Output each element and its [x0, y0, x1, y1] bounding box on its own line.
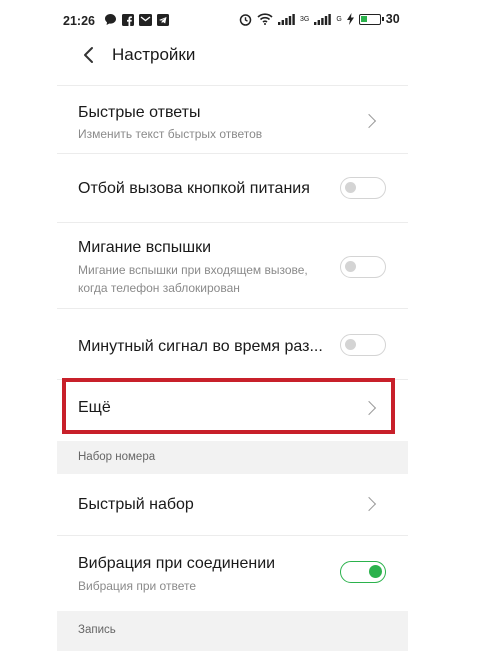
flash-blink-row[interactable]: Мигание вспышки Мигание вспышки при вход…: [57, 224, 408, 309]
chevron-right-icon: [361, 113, 377, 129]
power-end-call-toggle[interactable]: [340, 177, 386, 199]
page-title: Настройки: [112, 45, 196, 64]
vibrate-connect-sub: Вибрация при ответе: [78, 579, 197, 593]
toggle-knob: [345, 182, 356, 193]
alarm-icon: [239, 13, 252, 26]
status-time: 21:26: [63, 14, 95, 28]
speed-dial-label: Быстрый набор: [78, 496, 194, 513]
minute-signal-label: Минутный сигнал во время раз...: [78, 338, 323, 355]
messenger-icon: [105, 14, 116, 25]
minute-signal-row[interactable]: Минутный сигнал во время раз...: [57, 310, 408, 380]
telegram-icon: [157, 13, 169, 26]
mail-icon: [139, 13, 152, 26]
toggle-knob: [345, 339, 356, 350]
signal-icon-1: [278, 13, 295, 25]
battery-icon: [358, 13, 384, 25]
signal-type-2: G: [336, 15, 342, 23]
flash-blink-sub: Мигание вспышки при входящем вызове, ког…: [78, 263, 308, 295]
back-arrow-icon[interactable]: [77, 43, 101, 67]
power-end-call-row[interactable]: Отбой вызова кнопкой питания: [57, 155, 408, 223]
flash-blink-label: Мигание вспышки: [78, 239, 212, 256]
chevron-right-icon: [361, 400, 377, 416]
wifi-icon: [257, 13, 273, 25]
section-title-recording: Запись: [78, 624, 116, 636]
facebook-icon: [122, 13, 134, 26]
phone-screen: 21:26 3G G 30 Настройки Быстрые ответы И…: [57, 0, 408, 651]
section-header-dialing: Набор номера: [57, 441, 408, 474]
quick-replies-sub: Изменить текст быстрых ответов: [78, 127, 263, 141]
chevron-right-icon: [361, 496, 377, 512]
status-bar: 21:26 3G G 30: [57, 0, 408, 40]
system-icons: 3G G 30: [239, 12, 400, 26]
notification-icons: [104, 13, 169, 26]
signal-type-1: 3G: [300, 15, 310, 23]
quick-replies-label: Быстрые ответы: [78, 104, 201, 121]
speed-dial-row[interactable]: Быстрый набор: [57, 474, 408, 536]
flash-blink-toggle[interactable]: [340, 256, 386, 278]
vibrate-connect-row[interactable]: Вибрация при соединении Вибрация при отв…: [57, 537, 408, 611]
power-end-call-label: Отбой вызова кнопкой питания: [78, 180, 310, 197]
toggle-knob: [369, 565, 382, 578]
vibrate-connect-toggle[interactable]: [340, 561, 386, 583]
minute-signal-toggle[interactable]: [340, 334, 386, 356]
charging-icon: [346, 13, 354, 25]
app-header: Настройки: [57, 40, 408, 82]
signal-icon-2: [314, 13, 332, 25]
section-title-dialing: Набор номера: [78, 451, 156, 463]
more-label: Ещё: [78, 399, 111, 416]
battery-percent: 30: [385, 12, 400, 26]
more-row[interactable]: Ещё: [57, 381, 408, 441]
quick-replies-row[interactable]: Быстрые ответы Изменить текст быстрых от…: [57, 86, 408, 154]
section-header-recording: Запись: [57, 611, 408, 651]
toggle-knob: [345, 261, 356, 272]
vibrate-connect-label: Вибрация при соединении: [78, 555, 276, 572]
